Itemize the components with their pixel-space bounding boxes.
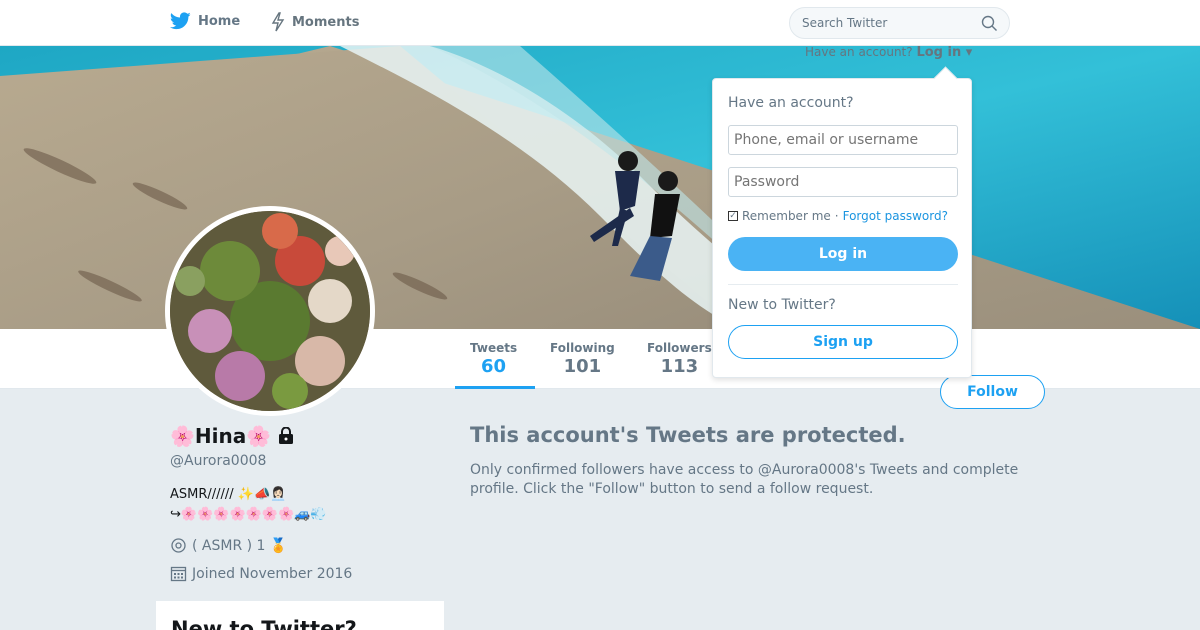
separator-dot: · [834, 209, 839, 223]
signup-button[interactable]: Sign up [728, 325, 958, 359]
caret-down-icon: ▾ [965, 45, 973, 60]
bio-line: ↪︎🌸🌸🌸🌸🌸🌸🌸🚙💨 [170, 507, 327, 522]
location-pin-icon [171, 538, 186, 553]
follow-button[interactable]: Follow [940, 375, 1045, 409]
username-input[interactable] [728, 125, 958, 155]
login-button[interactable]: Log in [728, 237, 958, 271]
profile-joined-date: Joined November 2016 [170, 565, 352, 582]
login-link[interactable]: Log in [916, 45, 961, 60]
calendar-icon [170, 566, 187, 582]
dropdown-title: Have an account? [728, 95, 854, 111]
login-dropdown: Have an account? ✓ Remember me · Forgot … [712, 78, 972, 378]
stat-tweets[interactable]: Tweets 60 [470, 341, 517, 377]
remember-row: ✓ Remember me · Forgot password? [728, 209, 948, 223]
stat-value: 113 [660, 356, 699, 377]
stat-value: 101 [563, 356, 602, 377]
stat-followers[interactable]: Followers 113 [647, 341, 712, 377]
avatar[interactable] [165, 206, 375, 416]
account-prompt-text: Have an account? [805, 45, 913, 59]
joined-text: Joined November 2016 [192, 565, 353, 582]
location-text: ( ASMR ) 1 🏅 [192, 537, 288, 554]
active-tab-indicator [455, 386, 535, 389]
stat-label: Followers [647, 341, 712, 355]
profile-location: ( ASMR ) 1 🏅 [170, 537, 287, 554]
bio-line: ASMR////// ✨📣👩🏻‍💼 [170, 487, 287, 502]
password-input[interactable] [728, 167, 958, 197]
nav-home-label: Home [198, 13, 241, 29]
lock-icon [279, 426, 294, 444]
stat-following[interactable]: Following 101 [550, 341, 615, 377]
login-dropdown-toggle[interactable]: Log in ▾ [916, 45, 972, 60]
forgot-password-link[interactable]: Forgot password? [843, 209, 948, 223]
new-to-twitter-label: New to Twitter? [728, 297, 836, 313]
divider [728, 284, 958, 285]
search-icon[interactable] [981, 15, 998, 32]
profile-name-text: 🌸Hina🌸 [170, 424, 272, 448]
profile-name: 🌸Hina🌸 [170, 424, 294, 448]
new-card-title: New to Twitter? [171, 617, 357, 630]
new-to-twitter-card: New to Twitter? [156, 601, 444, 630]
search-input[interactable]: Search Twitter [789, 7, 1010, 39]
nav-home[interactable]: Home [170, 12, 240, 30]
account-prompt: Have an account? Log in ▾ [805, 45, 972, 60]
lightning-icon [271, 12, 285, 32]
remember-checkbox[interactable]: ✓ [728, 211, 738, 221]
protected-title: This account's Tweets are protected. [470, 423, 906, 447]
protected-description: Only confirmed followers have access to … [470, 462, 1019, 497]
search-placeholder: Search Twitter [802, 16, 888, 30]
stat-label: Following [550, 341, 615, 355]
nav-moments-label: Moments [292, 14, 360, 30]
stat-value: 60 [481, 356, 507, 377]
profile-handle[interactable]: @Aurora0008 [170, 453, 266, 469]
remember-label[interactable]: Remember me [742, 209, 831, 223]
profile-bio: ASMR////// ✨📣👩🏻‍💼 ↪︎🌸🌸🌸🌸🌸🌸🌸🚙💨 [170, 485, 440, 525]
top-navigation-bar: Home Moments Search Twitter [0, 0, 1200, 46]
stat-label: Tweets [470, 341, 518, 355]
nav-moments[interactable]: Moments [271, 12, 359, 32]
twitter-bird-icon [170, 12, 191, 30]
